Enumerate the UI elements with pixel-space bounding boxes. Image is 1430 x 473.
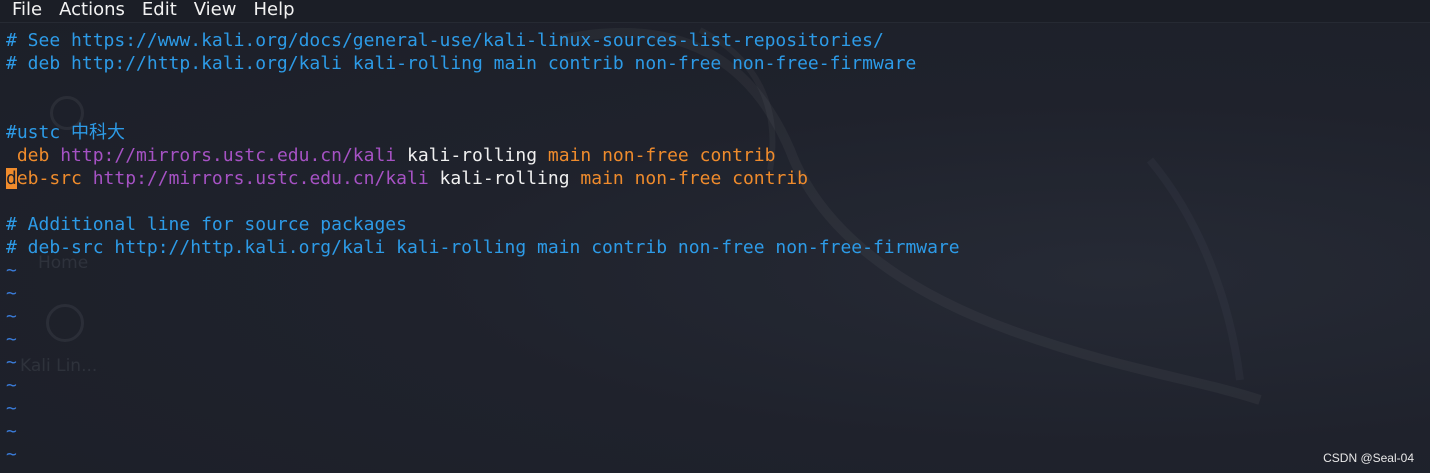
editor-line-1: # See https://www.kali.org/docs/general-… <box>6 30 884 51</box>
editor-line-6: deb http://mirrors.ustc.edu.cn/kali kali… <box>0 144 1430 167</box>
editor-line-2: # deb http://http.kali.org/kali kali-rol… <box>6 53 917 74</box>
editor-line-10: # deb-src http://http.kali.org/kali kali… <box>6 237 960 258</box>
text-cursor: d <box>6 168 17 189</box>
empty-line-marker: ~ <box>6 398 17 419</box>
editor-line-9: # Additional line for source packages <box>6 214 407 235</box>
source-type: eb-src <box>16 168 82 189</box>
editor-line-4 <box>0 98 1430 121</box>
empty-line-marker: ~ <box>6 421 17 442</box>
editor-line-5: #ustc 中科大 <box>6 122 126 143</box>
distribution: kali-rolling <box>407 145 538 166</box>
empty-line-marker: ~ <box>6 306 17 327</box>
mirror-url: http://mirrors.ustc.edu.cn/kali <box>60 145 397 166</box>
menu-help[interactable]: Help <box>253 0 311 22</box>
source-type: deb <box>16 145 50 166</box>
editor-line-8 <box>0 190 1430 213</box>
empty-line-marker: ~ <box>6 260 17 281</box>
empty-line-marker: ~ <box>6 283 17 304</box>
vim-editor[interactable]: # See https://www.kali.org/docs/general-… <box>0 29 1430 466</box>
empty-line-marker: ~ <box>6 352 17 373</box>
terminal-window: File Actions Edit View Help Home Kali Li… <box>0 0 1430 473</box>
menu-file[interactable]: File <box>0 0 59 22</box>
components: main non-free contrib <box>580 168 808 189</box>
empty-line-marker: ~ <box>6 375 17 396</box>
menu-actions[interactable]: Actions <box>59 0 142 22</box>
menu-bar: File Actions Edit View Help <box>0 0 1430 23</box>
menu-view[interactable]: View <box>194 0 254 22</box>
mirror-url: http://mirrors.ustc.edu.cn/kali <box>92 168 429 189</box>
watermark: CSDN @Seal-04 <box>1323 451 1414 465</box>
distribution: kali-rolling <box>439 168 570 189</box>
empty-line-marker: ~ <box>6 444 17 465</box>
editor-line-7: deb-src http://mirrors.ustc.edu.cn/kali … <box>0 167 1430 190</box>
menu-edit[interactable]: Edit <box>142 0 194 22</box>
components: main non-free contrib <box>547 145 776 166</box>
empty-line-marker: ~ <box>6 329 17 350</box>
editor-line-3 <box>0 75 1430 98</box>
